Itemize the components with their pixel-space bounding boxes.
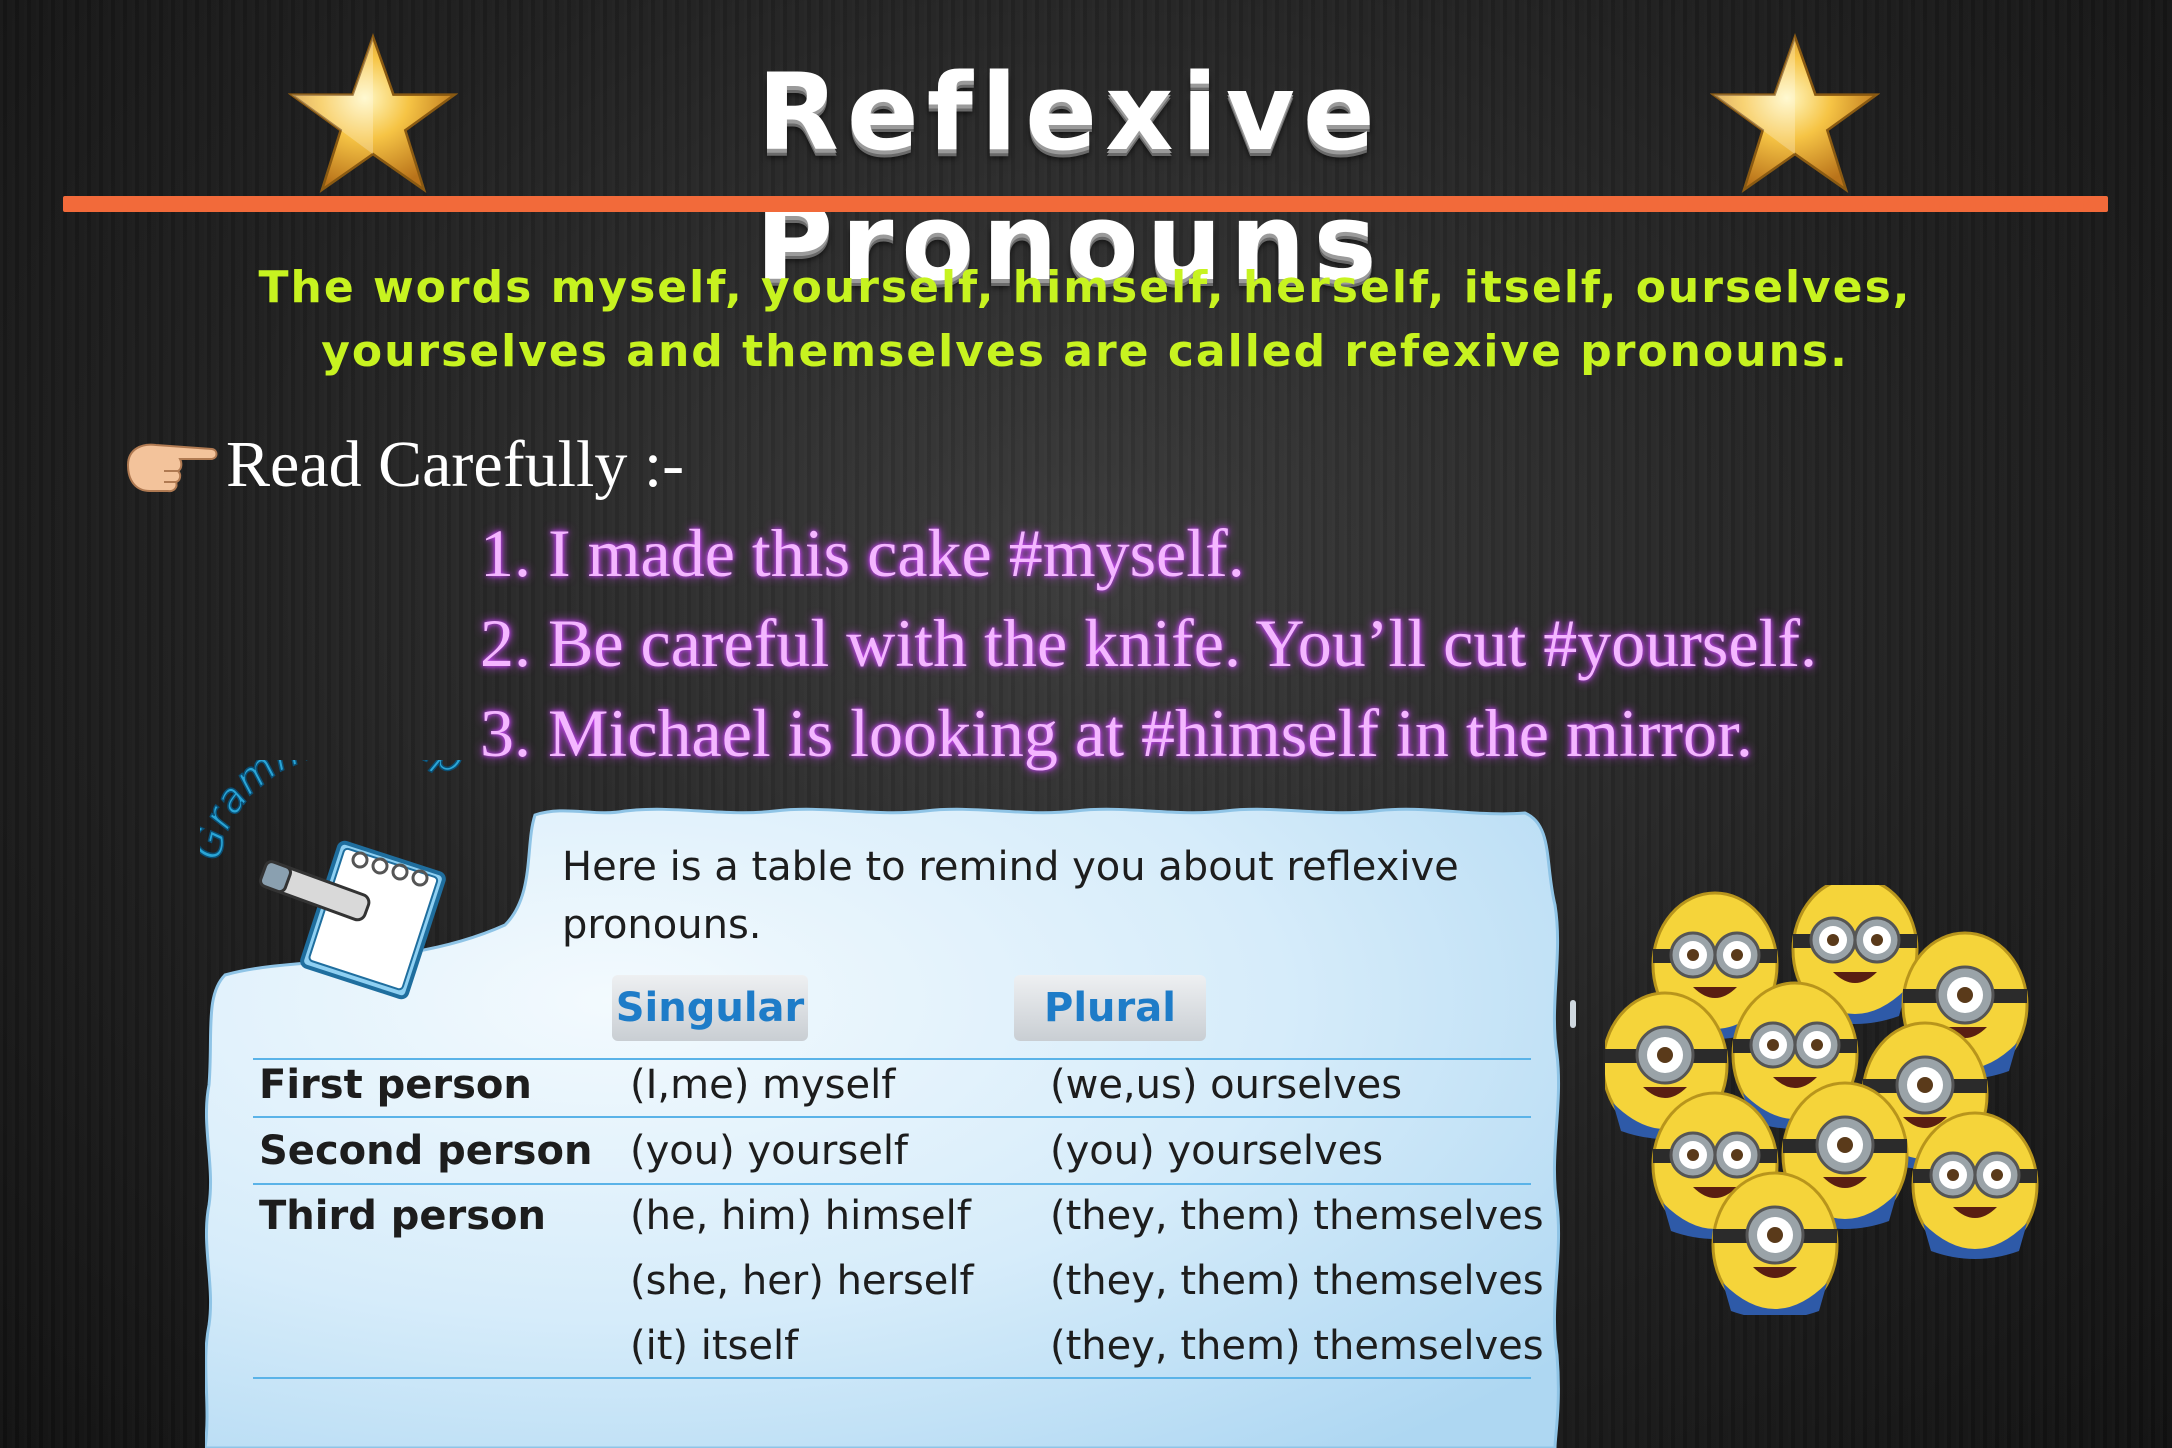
plural-cell: (they, them) themselves [1050,1193,1544,1239]
plural-cell: (they, them) themselves [1050,1258,1544,1304]
person-cell: First person [259,1062,532,1108]
table-row: Third person (he, him) himself (they, th… [253,1184,1544,1248]
intro-line: Here is a table to remind you about refl… [562,844,1459,890]
svg-text:Grammar Help: Grammar Help [200,760,472,864]
intro-line: pronouns. [562,902,762,948]
definition-line: yourselves and themselves are called ref… [321,326,1849,377]
table-divider [253,1116,1531,1118]
grammar-help-badge: Grammar Help [200,760,473,1000]
pointing-hand-icon [126,443,218,493]
table-row: (she, her) herself (they, them) themselv… [253,1249,1544,1313]
plural-cell: (we,us) ourselves [1050,1062,1403,1108]
plural-cell: (they, them) themselves [1050,1323,1544,1369]
table-row: Second person (you) yourself (you) yours… [253,1119,1531,1183]
table-row: (it) itself (they, them) themselves [253,1314,1544,1378]
singular-cell: (I,me) myself [630,1062,896,1108]
example-list: 1. I made this cake #myself. 2. Be caref… [480,508,2120,778]
definition-line: The words myself, yourself, himself, her… [258,262,1912,313]
column-header-plural: Plural [1014,975,1206,1041]
notepad-pencil-icon [259,840,446,1000]
definition: The words myself, yourself, himself, her… [120,256,2050,384]
read-carefully-row: Read Carefully :- [120,420,684,510]
example-sentence: 2. Be careful with the knife. You’ll cut… [480,605,1818,681]
star-icon [288,32,458,193]
singular-cell: (you) yourself [630,1128,909,1174]
table-divider [253,1377,1531,1379]
plural-cell: (you) yourselves [1050,1128,1384,1174]
person-cell: Second person [259,1128,593,1174]
person-cell: Third person [259,1193,547,1239]
singular-cell: (he, him) himself [630,1193,971,1239]
minion-figure [1711,1171,1839,1315]
star-icon [1710,32,1880,193]
title-underline [63,196,2108,212]
column-header-singular: Singular [612,975,808,1041]
example-sentence: 3. Michael is looking at #himself in the… [480,695,1753,771]
table-row: First person (I,me) myself (we,us) ourse… [253,1053,1531,1117]
singular-cell: (she, her) herself [630,1258,974,1304]
scroll-indicator [1570,1000,1576,1028]
minion-figure [1911,1111,2039,1259]
read-carefully-label: Read Carefully :- [226,428,685,501]
grammar-help-intro: Here is a table to remind you about refl… [562,838,1502,954]
badge-text: Grammar Help [200,760,473,865]
singular-cell: (it) itself [630,1323,799,1369]
title-row: Reflexive Pronouns [0,30,2172,304]
example-sentence: 1. I made this cake #myself. [480,515,1245,591]
minions-illustration [1605,885,2039,1315]
